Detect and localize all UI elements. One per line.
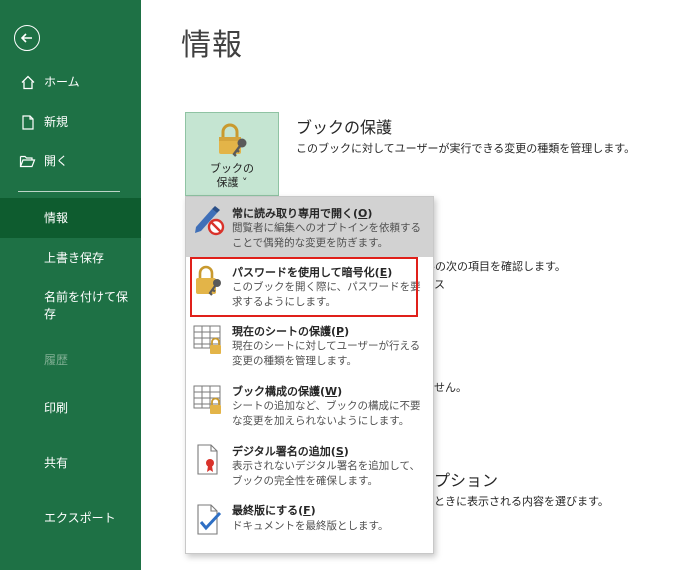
new-document-icon xyxy=(19,114,36,131)
sidebar-divider xyxy=(18,191,120,192)
sidebar-item-label: 新規 xyxy=(44,114,69,129)
menu-item-title: 常に読み取り専用で開く(O) xyxy=(232,207,373,220)
document-checkmark-icon xyxy=(197,504,222,535)
lock-key-icon xyxy=(219,123,247,157)
sheet-lock-icon xyxy=(193,325,221,354)
sidebar-item-label: 印刷 xyxy=(44,400,69,415)
back-arrow-icon xyxy=(20,33,32,43)
menu-item-desc: 現在のシートに対してユーザーが行える変更の種類を管理します。 xyxy=(232,340,421,367)
menu-item-protect-sheet[interactable]: 現在のシートの保護(P) 現在のシートに対してユーザーが行える変更の種類を管理し… xyxy=(186,317,433,375)
sidebar-item-home[interactable]: ホーム xyxy=(0,72,141,92)
home-icon xyxy=(19,74,36,91)
sidebar-item-label: 情報 xyxy=(44,210,69,225)
workbook-structure-lock-icon xyxy=(193,385,221,414)
sidebar-item-new[interactable]: 新規 xyxy=(0,112,141,132)
menu-item-title: デジタル署名の追加(S) xyxy=(232,445,349,458)
protect-workbook-menu: 常に読み取り専用で開く(O) 閲覧者に編集へのオプトインを依頼することで偶発的な… xyxy=(185,196,434,554)
read-only-pencil-icon xyxy=(195,206,225,236)
sidebar-item-open[interactable]: 開く xyxy=(0,151,141,171)
menu-item-desc: 表示されないデジタル署名を追加して、ブックの完全性を確保します。 xyxy=(232,460,420,487)
menu-item-desc: シートの追加など、ブックの構成に不要な変更を加えられないようにします。 xyxy=(232,400,421,427)
menu-item-add-digital-signature[interactable]: デジタル署名の追加(S) 表示されないデジタル署名を追加して、ブックの完全性を確… xyxy=(186,437,433,495)
protect-workbook-button[interactable]: ブックの 保護 ˅ xyxy=(185,112,279,196)
sidebar-item-share[interactable]: 共有 xyxy=(0,453,141,473)
sidebar-item-info[interactable]: 情報 xyxy=(0,198,141,238)
sidebar-item-label: 開く xyxy=(44,153,69,168)
sidebar-item-label: エクスポート xyxy=(44,510,116,525)
sidebar-item-label: ホーム xyxy=(44,74,80,89)
menu-item-protect-structure[interactable]: ブック構成の保護(W) シートの追加など、ブックの構成に不要な変更を加えられない… xyxy=(186,377,433,435)
protect-button-label: ブックの 保護 ˅ xyxy=(210,162,254,189)
menu-item-mark-as-final[interactable]: 最終版にする(F) ドキュメントを最終版とします。 xyxy=(186,497,433,543)
sidebar-item-label: 共有 xyxy=(44,455,69,470)
protect-section-title: ブックの保護 xyxy=(296,118,393,137)
inspect-list-fragment: ス xyxy=(434,278,445,291)
menu-item-title: 現在のシートの保護(P) xyxy=(232,325,350,338)
highlight-frame xyxy=(190,257,418,317)
page-title: 情報 xyxy=(181,28,243,63)
sidebar-item-export[interactable]: エクスポート xyxy=(0,508,141,528)
versions-desc-fragment: せん。 xyxy=(434,381,467,394)
sidebar-item-save-as[interactable]: 名前を付けて保 存 xyxy=(0,288,141,324)
sidebar-item-label: 上書き保存 xyxy=(44,250,105,265)
open-folder-icon xyxy=(19,153,36,170)
menu-item-title: ブック構成の保護(W) xyxy=(232,385,343,398)
sidebar-item-label: 履歴 xyxy=(44,352,69,367)
menu-item-title: 最終版にする(F) xyxy=(232,504,316,517)
sidebar-item-print[interactable]: 印刷 xyxy=(0,398,141,418)
menu-item-desc: ドキュメントを最終版とします。 xyxy=(232,520,389,532)
protect-section-desc: このブックに対してユーザーが実行できる変更の種類を管理します。 xyxy=(296,142,636,155)
back-button[interactable] xyxy=(14,25,40,51)
menu-item-always-read-only[interactable]: 常に読み取り専用で開く(O) 閲覧者に編集へのオプトインを依頼することで偶発的な… xyxy=(186,197,433,257)
browser-options-title-fragment: プション xyxy=(434,471,499,490)
sidebar-item-history: 履歴 xyxy=(0,350,141,370)
menu-item-desc: 閲覧者に編集へのオプトインを依頼することで偶発的な変更を防ぎます。 xyxy=(232,222,421,249)
inspect-desc-fragment: ルの次の項目を確認します。 xyxy=(424,260,566,273)
sidebar-item-label: 名前を付けて保 存 xyxy=(44,290,129,321)
backstage-sidebar: ホーム 新規 開く 情報 上書き保存 名前を付けて保 存 履歴 印刷 共有 エク… xyxy=(0,0,141,570)
browser-options-desc-fragment: ときに表示される内容を選びます。 xyxy=(434,495,609,508)
certificate-ribbon-icon xyxy=(197,444,218,475)
sidebar-item-save[interactable]: 上書き保存 xyxy=(0,248,141,268)
